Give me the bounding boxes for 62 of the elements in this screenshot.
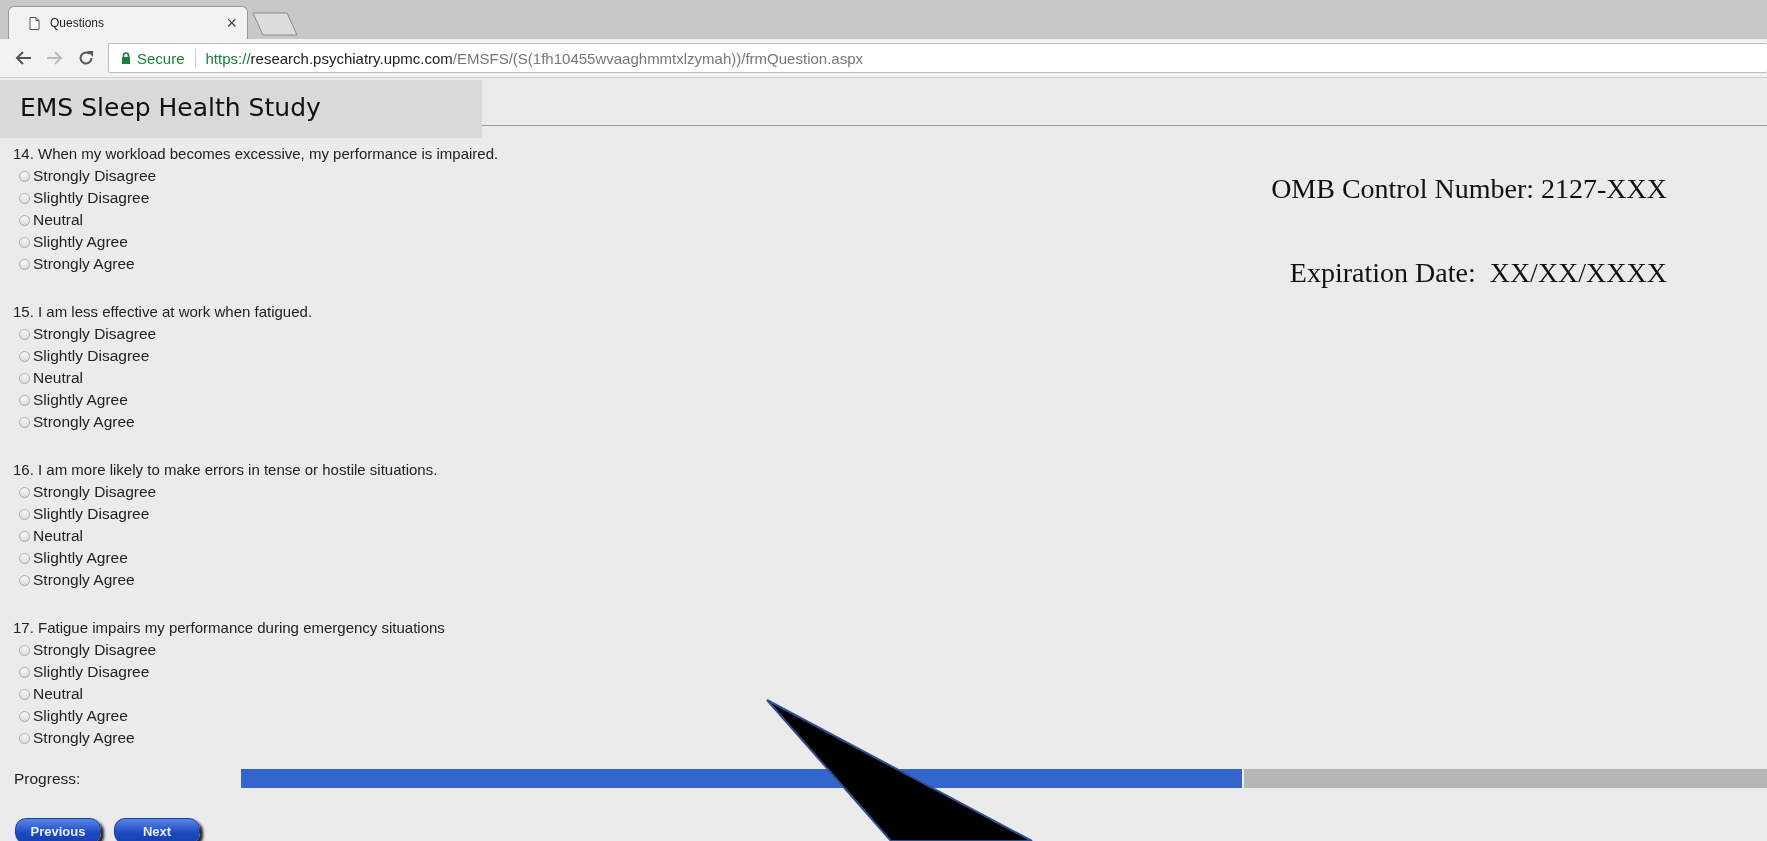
radio-button[interactable]	[19, 574, 30, 586]
radio-button[interactable]	[19, 710, 30, 722]
option-label[interactable]: Neutral	[33, 367, 83, 389]
radio-button[interactable]	[19, 644, 30, 656]
option-label[interactable]: Slightly Agree	[33, 389, 128, 411]
option-label[interactable]: Neutral	[33, 209, 83, 231]
page-icon	[29, 16, 40, 30]
url-text: https://research.psychiatry.upmc.com/EMSFS/(S(1fh10455wvaaghmmtxlzymah))/frmQuestion.aspx	[205, 49, 863, 67]
option-label[interactable]: Slightly Agree	[33, 547, 128, 569]
radio-button[interactable]	[19, 372, 30, 384]
option-label[interactable]: Slightly Disagree	[33, 345, 150, 367]
option-label[interactable]: Strongly Disagree	[33, 165, 157, 187]
progress-label: Progress:	[13, 769, 82, 788]
radio-button[interactable]	[19, 486, 30, 498]
option-label[interactable]: Strongly Disagree	[33, 639, 157, 661]
option-label[interactable]: Strongly Disagree	[33, 323, 157, 345]
option-label[interactable]: Strongly Agree	[33, 253, 135, 275]
question-text: 14. When my workload becomes excessive, my performance is impaired.	[13, 144, 500, 164]
close-tab-button[interactable]: ×	[226, 12, 237, 34]
new-tab-button[interactable]	[252, 11, 298, 37]
secure-label: Secure	[137, 49, 185, 67]
lock-icon	[121, 52, 131, 64]
question-text: 17. Fatigue impairs my performance during emergency situations	[13, 618, 446, 638]
radio-button[interactable]	[19, 258, 30, 270]
radio-button[interactable]	[19, 688, 30, 700]
option-label[interactable]: Slightly Agree	[33, 231, 128, 253]
question-text: 16. I am more likely to make errors in tense or hostile situations.	[13, 460, 439, 480]
reload-icon[interactable]	[78, 50, 94, 66]
nav-button[interactable]: Next	[114, 818, 200, 841]
site-title: EMS Sleep Health Study	[20, 93, 321, 122]
option-label[interactable]: Strongly Agree	[33, 569, 135, 591]
option-label[interactable]: Slightly Disagree	[33, 661, 150, 683]
radio-button[interactable]	[19, 192, 30, 204]
option-label[interactable]: Neutral	[33, 525, 83, 547]
radio-button[interactable]	[19, 530, 30, 542]
question-text: 15. I am less effective at work when fatigued.	[13, 302, 314, 322]
option-label[interactable]: Strongly Disagree	[33, 481, 157, 503]
browser-tab[interactable]: Questions ×	[8, 6, 248, 39]
omb-control-number: OMB Control Number: 2127-XXX	[1271, 172, 1667, 206]
option-label[interactable]: Slightly Disagree	[33, 503, 150, 525]
radio-button[interactable]	[19, 236, 30, 248]
forward-icon[interactable]	[46, 50, 64, 66]
radio-button[interactable]	[19, 416, 30, 428]
radio-button[interactable]	[19, 666, 30, 678]
expiration-date: Expiration Date: XX/XX/XXXX	[1288, 256, 1667, 290]
radio-button[interactable]	[19, 732, 30, 744]
radio-button[interactable]	[19, 328, 30, 340]
nav-button[interactable]: Previous	[15, 818, 101, 841]
radio-button[interactable]	[19, 214, 30, 226]
option-label[interactable]: Slightly Agree	[33, 705, 128, 727]
radio-button[interactable]	[19, 508, 30, 520]
radio-button[interactable]	[19, 394, 30, 406]
tab-title: Questions	[50, 16, 106, 30]
radio-button[interactable]	[19, 552, 30, 564]
option-label[interactable]: Strongly Agree	[33, 411, 135, 433]
radio-button[interactable]	[19, 350, 30, 362]
option-label[interactable]: Slightly Disagree	[33, 187, 150, 209]
radio-button[interactable]	[19, 170, 30, 182]
back-icon[interactable]	[14, 50, 32, 66]
option-label[interactable]: Neutral	[33, 683, 83, 705]
option-label[interactable]: Strongly Agree	[33, 727, 135, 749]
address-bar[interactable]: Secure https://research.psychiatry.upmc.com/EMSFS/(S(1fh10455wvaaghmmtxlzymah))/frmQuestion.aspx	[108, 43, 1767, 73]
